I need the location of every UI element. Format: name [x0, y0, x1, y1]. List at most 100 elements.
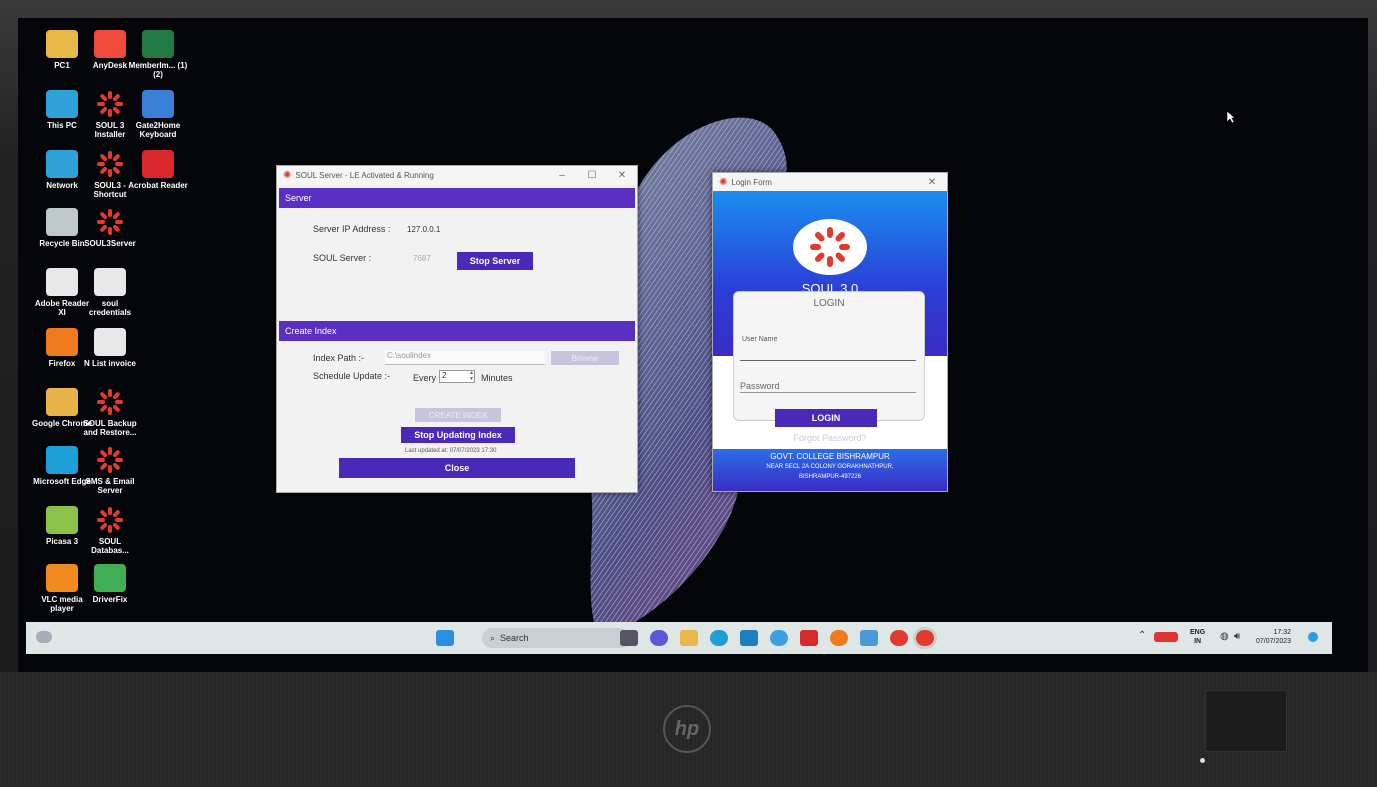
create-index-button[interactable]: CREATE INDEX — [415, 408, 501, 422]
college-address-line1: NEAR SECL 2A COLONY GORAKHNATHPUR, — [766, 464, 894, 470]
power-led-icon — [1200, 758, 1205, 763]
minutes-label: Minutes — [481, 373, 513, 383]
soul-icon — [94, 90, 126, 118]
edge-icon[interactable] — [710, 630, 728, 646]
desktop-icon[interactable]: SOUL Databas... — [80, 506, 140, 555]
desktop-icon[interactable]: soul credentials — [80, 268, 140, 317]
stepper-arrows-icon[interactable]: ▴ ▾ — [470, 370, 473, 382]
document-icon — [94, 328, 126, 356]
minimize-icon[interactable]: – — [547, 170, 577, 181]
close-button[interactable]: Close — [339, 458, 575, 478]
desktop-icon-label: SOUL Databas... — [91, 537, 129, 555]
vlc-icon — [46, 564, 78, 592]
start-icon[interactable] — [436, 630, 454, 646]
soul-icon — [94, 150, 126, 178]
desktop-icon[interactable]: SOUL3Server — [80, 208, 140, 248]
chrome-icon[interactable] — [770, 630, 788, 646]
desktop-icon[interactable]: N List invoice — [80, 328, 140, 368]
language-indicator[interactable]: ENG IN — [1190, 628, 1205, 646]
clock[interactable]: 17:32 07/07/2023 — [1256, 628, 1291, 646]
login-button[interactable]: LOGIN — [775, 409, 877, 427]
stop-server-button[interactable]: Stop Server — [457, 252, 533, 270]
interval-value: 2 — [442, 371, 447, 380]
network-icon — [46, 150, 78, 178]
monitor-icon — [46, 90, 78, 118]
desktop-icon-label: SOUL3Server — [84, 239, 136, 248]
soul-taskbar-icon[interactable] — [890, 630, 908, 646]
desktop-icon[interactable]: MemberIm... (1) (2) — [128, 30, 188, 79]
college-address-line2: BISHRAMPUR-497226 — [798, 474, 862, 480]
store-icon[interactable] — [860, 630, 878, 646]
desktop-icon[interactable]: Acrobat Reader — [128, 150, 188, 190]
taskbar-search[interactable]: ⌕ Search — [482, 628, 630, 648]
tray-apps-icon[interactable] — [1154, 632, 1178, 642]
forgot-password-link[interactable]: Forgot Password? — [713, 433, 947, 443]
soul-logo-icon — [793, 219, 867, 275]
notification-icon[interactable] — [1308, 632, 1318, 642]
firefox-icon[interactable] — [830, 630, 848, 646]
desktop-icon[interactable]: DriverFix — [80, 564, 140, 604]
file-explorer-icon[interactable] — [680, 630, 698, 646]
last-updated-text: Last updated at: 07/07/2023 17:30 — [405, 448, 497, 454]
picasa-icon — [46, 506, 78, 534]
every-label: Every — [413, 373, 437, 383]
driverfix-icon — [94, 564, 126, 592]
soul-icon — [94, 446, 126, 474]
file-icon — [46, 268, 78, 296]
task-view-icon[interactable] — [620, 630, 638, 646]
close-icon[interactable]: ✕ — [607, 170, 637, 181]
mcafee-icon[interactable] — [800, 630, 818, 646]
monitor-port-panel — [1205, 690, 1287, 752]
chat-icon[interactable] — [650, 630, 668, 646]
index-path-input[interactable]: C:\soulindex — [385, 351, 545, 365]
server-ip-value: 127.0.0.1 — [407, 225, 441, 234]
hp-logo-icon: hp — [663, 705, 711, 753]
network-icon[interactable]: ◍ — [1220, 631, 1229, 642]
desktop-icon-label: N List invoice — [83, 359, 136, 368]
username-input[interactable] — [740, 346, 916, 361]
browse-button[interactable]: Browse — [551, 351, 619, 365]
interval-stepper[interactable]: 2 ▴ ▾ — [439, 370, 475, 383]
desktop-icon[interactable]: Gate2Home Keyboard — [128, 90, 188, 139]
taskbar: ⌕ Search ⌃ ENG IN ◍ 🔊︎ 17:32 07/07/2023 — [26, 622, 1332, 654]
desktop-icon-label: soul credentials — [88, 299, 132, 317]
chevron-up-icon[interactable]: ⌃ — [1138, 630, 1146, 641]
login-heading: LOGIN — [813, 298, 845, 309]
college-footer: GOVT. COLLEGE BISHRAMPUR NEAR SECL 2A CO… — [713, 449, 947, 491]
login-window-titlebar[interactable]: ✺ Login Form ✕ — [713, 173, 947, 191]
soul-server-taskbar-icon[interactable] — [916, 630, 934, 646]
login-form-window: ✺ Login Form ✕ SOUL 3.0 LOGIN User Name … — [712, 172, 948, 492]
maximize-icon[interactable]: ☐ — [577, 170, 607, 181]
soul-app-icon: ✺ — [283, 169, 292, 181]
college-name: GOVT. COLLEGE BISHRAMPUR — [770, 452, 890, 461]
search-icon: ⌕ — [490, 632, 496, 643]
server-ip-label: Server IP Address : — [313, 224, 391, 234]
region-code: IN — [1194, 638, 1202, 645]
close-icon[interactable]: ✕ — [917, 177, 947, 188]
edge-icon — [46, 446, 78, 474]
desktop-icon[interactable]: SMS & Email Server — [80, 446, 140, 495]
firefox-icon — [46, 328, 78, 356]
recycle-bin-icon — [46, 208, 78, 236]
server-section-header: Server — [279, 188, 635, 208]
monitor-app-icon[interactable] — [740, 630, 758, 646]
desktop-icon[interactable]: SOUL Backup and Restore... — [80, 388, 140, 437]
server-port-value: 7687 — [413, 254, 431, 263]
chrome-icon — [46, 388, 78, 416]
volume-icon[interactable]: 🔊︎ — [1234, 631, 1240, 642]
soul-icon — [94, 208, 126, 236]
weather-icon[interactable] — [36, 631, 52, 643]
soul-app-icon: ✺ — [719, 176, 728, 188]
desktop-icon-label: Acrobat Reader — [128, 181, 188, 190]
desktop-icon-label: DriverFix — [92, 595, 128, 604]
acrobat-icon — [142, 150, 174, 178]
desktop-icon-label: SOUL Backup and Restore... — [83, 419, 137, 437]
file-icon — [94, 268, 126, 296]
password-input[interactable]: Password — [740, 376, 916, 393]
desktop-screen: PC1 AnyDesk MemberIm... (1) (2) This PC SOUL… — [18, 18, 1368, 678]
server-window-titlebar[interactable]: ✺ SOUL Server - LE Activated & Running –… — [277, 166, 637, 184]
login-window-title: Login Form — [731, 177, 772, 187]
anydesk-icon — [94, 30, 126, 58]
create-index-header: Create Index — [279, 321, 635, 341]
stop-updating-index-button[interactable]: Stop Updating Index — [401, 427, 515, 443]
